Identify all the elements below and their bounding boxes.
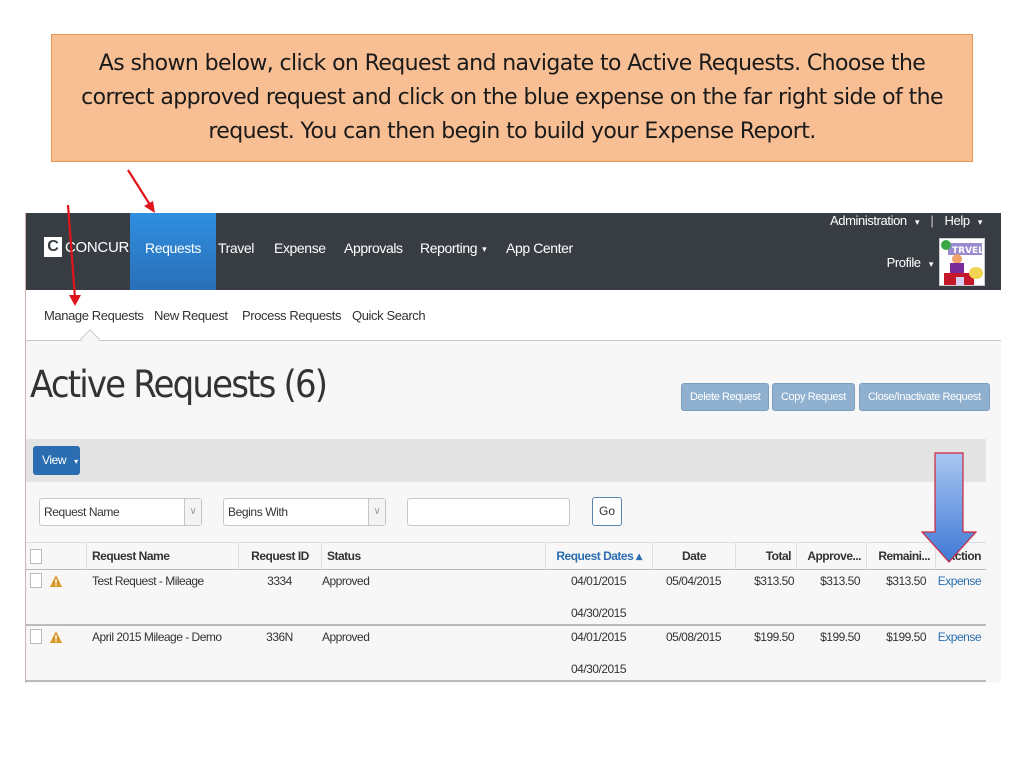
- request-id: 3334: [267, 574, 292, 588]
- administration-menu[interactable]: Administration ▾: [829, 213, 920, 228]
- divider: |: [930, 213, 934, 228]
- expense-link[interactable]: Expense: [935, 630, 982, 644]
- sub-navigation: Manage Requests New Request Process Requ…: [26, 290, 1001, 349]
- col-action[interactable]: Action: [935, 543, 986, 570]
- admin-bar: Administration ▾ | Help ▾: [830, 213, 982, 228]
- help-menu[interactable]: Help ▾: [944, 213, 983, 228]
- active-pointer: [80, 329, 100, 349]
- table-row: Test Request - Mileage 3334 Approved 04/…: [26, 570, 986, 626]
- col-request-name[interactable]: Request Name: [86, 543, 238, 570]
- subnav-process-requests[interactable]: Process Requests: [242, 308, 341, 323]
- nav-app-center[interactable]: App Center: [506, 213, 573, 290]
- col-status[interactable]: Status: [321, 543, 545, 570]
- instruction-callout: As shown below, click on Request and nav…: [51, 34, 973, 162]
- chevron-down-icon: ▾: [914, 217, 920, 227]
- request-name[interactable]: April 2015 Mileage - Demo: [92, 630, 222, 644]
- warning-icon: [50, 575, 62, 587]
- chevron-down-icon: ▾: [977, 217, 983, 227]
- remaining-amount: $199.50: [886, 630, 926, 644]
- request-date-start: 04/01/2015: [570, 574, 627, 588]
- total-amount: $199.50: [754, 630, 794, 644]
- go-button[interactable]: Go: [592, 497, 622, 526]
- nav-reporting-label: Reporting: [420, 240, 478, 256]
- request-name[interactable]: Test Request - Mileage: [92, 574, 204, 588]
- avatar[interactable]: TRVEL: [939, 238, 985, 286]
- help-label: Help: [944, 213, 971, 228]
- expense-link[interactable]: Expense: [935, 574, 982, 588]
- table-header: Request Name Request ID Status Request D…: [26, 542, 986, 590]
- travel-cartoon-icon: TRVEL: [940, 239, 984, 285]
- filter-operator-value: Begins With: [228, 505, 288, 519]
- filter-search-input[interactable]: [407, 498, 570, 526]
- chevron-down-icon: ∨: [184, 499, 201, 525]
- subnav-manage-requests[interactable]: Manage Requests: [44, 308, 144, 323]
- date-submitted: 05/08/2015: [665, 630, 722, 644]
- col-date-submitted[interactable]: Date Submitted: [652, 543, 735, 590]
- concur-logo[interactable]: C CONCUR: [44, 237, 129, 257]
- col-request-dates[interactable]: Request Dates ▴: [545, 543, 652, 570]
- row-checkbox[interactable]: [30, 573, 42, 588]
- col-remaining[interactable]: Remaini...: [866, 543, 935, 570]
- request-id: 336N: [266, 630, 293, 644]
- subnav-quick-search[interactable]: Quick Search: [352, 308, 426, 323]
- concur-app: C CONCUR Requests Travel Expense Approva…: [25, 213, 1001, 683]
- chevron-down-icon: ▾: [482, 244, 487, 254]
- filter-operator-select[interactable]: Begins With ∨: [223, 498, 386, 526]
- warning-icon: [50, 631, 62, 643]
- instruction-text: As shown below, click on Request and nav…: [81, 51, 943, 144]
- profile-menu[interactable]: Profile ▾: [886, 255, 934, 270]
- nav-requests-label: Requests: [145, 240, 201, 256]
- nav-reporting[interactable]: Reporting ▾: [420, 213, 487, 290]
- request-date-end: 04/30/2015: [570, 606, 627, 620]
- request-date-end: 04/30/2015: [570, 662, 627, 676]
- view-label: View: [42, 453, 67, 467]
- request-status: Approved: [322, 630, 370, 644]
- profile-label: Profile: [886, 255, 921, 270]
- red-arrow-to-requests: [127, 169, 155, 213]
- nav-approvals[interactable]: Approvals: [344, 213, 403, 290]
- view-toolbar: View ▾: [26, 439, 986, 482]
- requests-table: Request Name Request ID Status Request D…: [26, 542, 986, 682]
- nav-travel-label: Travel: [218, 240, 254, 256]
- approved-amount: $199.50: [820, 630, 860, 644]
- date-submitted: 05/04/2015: [665, 574, 722, 588]
- request-status: Approved: [322, 574, 370, 588]
- concur-logo-mark: C: [44, 237, 62, 257]
- page-title: Active Requests (6): [30, 363, 328, 406]
- remaining-amount: $313.50: [886, 574, 926, 588]
- administration-label: Administration: [829, 213, 907, 228]
- select-all-checkbox[interactable]: [30, 549, 42, 564]
- nav-expense[interactable]: Expense: [274, 213, 326, 290]
- close-inactivate-request-button[interactable]: Close/Inactivate Request: [859, 383, 990, 411]
- table-row: April 2015 Mileage - Demo 336N Approved …: [26, 626, 986, 682]
- nav-requests[interactable]: Requests: [130, 213, 216, 290]
- delete-request-button[interactable]: Delete Request: [681, 383, 770, 411]
- nav-app-center-label: App Center: [506, 240, 573, 256]
- subnav-new-request[interactable]: New Request: [154, 308, 228, 323]
- top-navigation: C CONCUR Requests Travel Expense Approva…: [26, 213, 1001, 290]
- col-request-id[interactable]: Request ID: [238, 543, 321, 570]
- filter-field-select[interactable]: Request Name ∨: [39, 498, 202, 526]
- col-approved[interactable]: Approve...: [796, 543, 866, 570]
- chevron-down-icon: ∨: [368, 499, 385, 525]
- row-checkbox[interactable]: [30, 629, 42, 644]
- copy-request-button[interactable]: Copy Request: [772, 383, 855, 411]
- request-date-start: 04/01/2015: [570, 630, 627, 644]
- nav-approvals-label: Approvals: [344, 240, 403, 256]
- nav-expense-label: Expense: [274, 240, 326, 256]
- filter-field-value: Request Name: [44, 505, 120, 519]
- view-button[interactable]: View ▾: [33, 446, 80, 475]
- chevron-down-icon: ▾: [74, 457, 78, 466]
- chevron-down-icon: ▾: [928, 259, 934, 269]
- total-amount: $313.50: [754, 574, 794, 588]
- nav-travel[interactable]: Travel: [218, 213, 254, 290]
- approved-amount: $313.50: [820, 574, 860, 588]
- col-total[interactable]: Total: [735, 543, 796, 570]
- concur-logo-text: CONCUR: [65, 238, 130, 256]
